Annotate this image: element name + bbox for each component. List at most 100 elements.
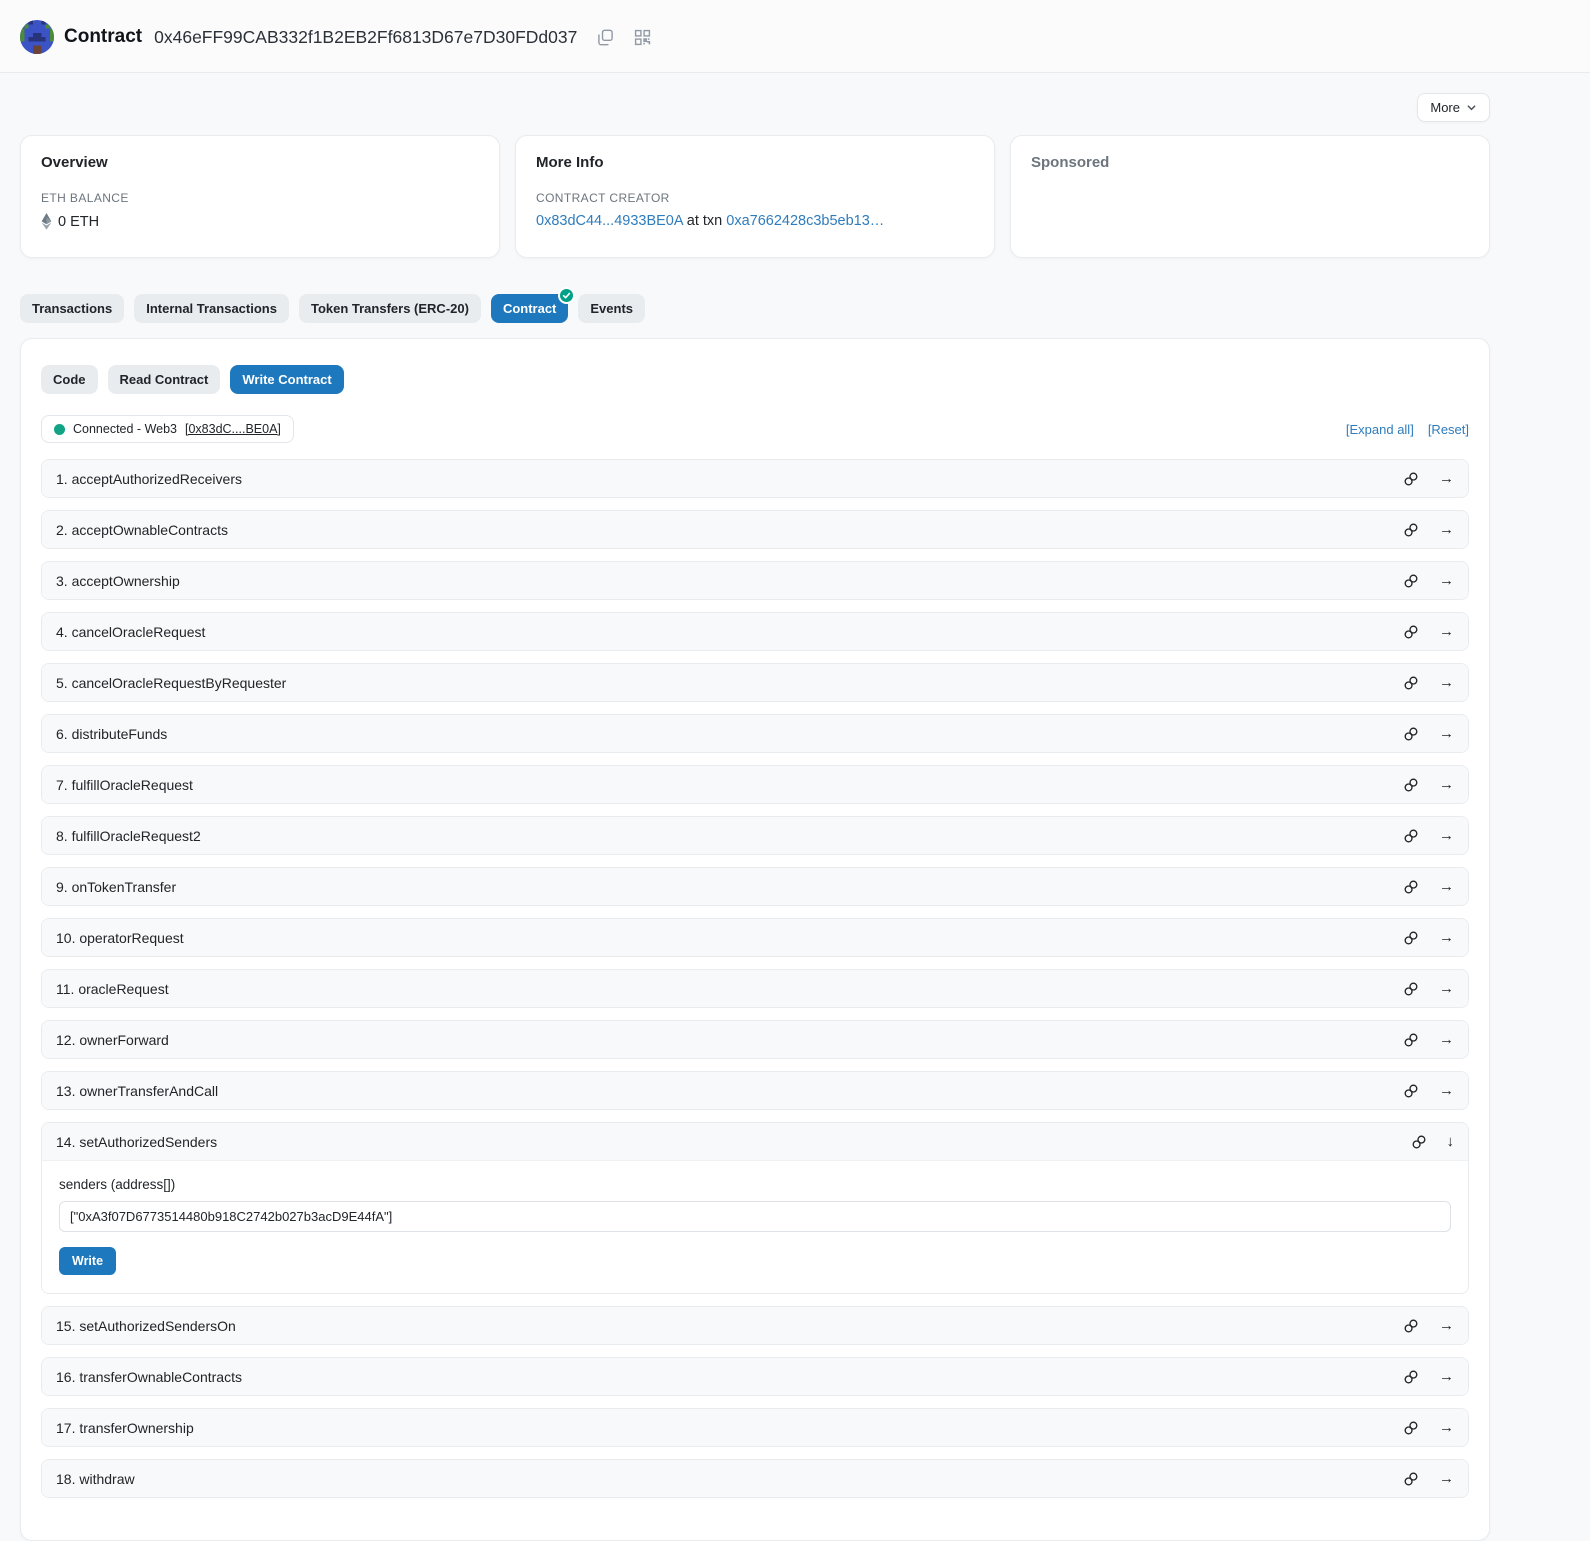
function-row-header[interactable]: 2. acceptOwnableContracts → [42,511,1468,548]
permalink-icon[interactable] [1403,1083,1419,1099]
function-row-header[interactable]: 4. cancelOracleRequest → [42,613,1468,650]
contract-identicon-avatar [20,20,54,54]
connected-status-text: Connected - Web3 [73,422,177,436]
tab-events[interactable]: Events [578,294,645,323]
function-accordion-row: 18. withdraw → [41,1459,1469,1498]
function-row-header[interactable]: 16. transferOwnableContracts → [42,1358,1468,1395]
permalink-icon[interactable] [1403,1318,1419,1334]
function-name-label: 15. setAuthorizedSendersOn [56,1318,1403,1334]
permalink-icon[interactable] [1403,1369,1419,1385]
ethereum-icon [41,213,52,230]
expand-arrow-icon[interactable]: → [1439,1318,1454,1333]
wallet-connect-status[interactable]: Connected - Web3 [0x83dC....BE0A] [41,415,294,443]
overview-card: Overview ETH BALANCE 0 ETH [20,135,500,258]
function-row-header[interactable]: 18. withdraw → [42,1460,1468,1497]
function-name-label: 10. operatorRequest [56,930,1403,946]
more-info-card-title: More Info [536,154,974,171]
function-row-header[interactable]: 10. operatorRequest → [42,919,1468,956]
creator-address-link[interactable]: 0x83dC44...4933BE0A [536,213,683,229]
permalink-icon[interactable] [1403,981,1419,997]
tab-transactions[interactable]: Transactions [20,294,124,323]
function-accordion-row: 4. cancelOracleRequest → [41,612,1469,651]
expand-arrow-icon[interactable]: → [1439,1369,1454,1384]
expand-arrow-icon[interactable]: → [1439,675,1454,690]
write-button[interactable]: Write [59,1247,116,1275]
function-row-header[interactable]: 15. setAuthorizedSendersOn → [42,1307,1468,1344]
eth-balance-value: 0 ETH [58,214,99,230]
function-row-header[interactable]: 6. distributeFunds → [42,715,1468,752]
permalink-icon[interactable] [1403,675,1419,691]
expand-arrow-icon[interactable]: → [1439,573,1454,588]
function-name-label: 1. acceptAuthorizedReceivers [56,471,1403,487]
subtab-write-contract[interactable]: Write Contract [230,365,343,394]
expand-arrow-icon[interactable]: → [1439,726,1454,741]
function-row-header[interactable]: 1. acceptAuthorizedReceivers → [42,460,1468,497]
expand-arrow-icon[interactable]: → [1439,522,1454,537]
permalink-icon[interactable] [1403,1032,1419,1048]
permalink-icon[interactable] [1403,777,1419,793]
tab-token-transfers-erc-20[interactable]: Token Transfers (ERC-20) [299,294,481,323]
copy-address-icon[interactable] [597,29,614,46]
expand-arrow-icon[interactable]: → [1439,1420,1454,1435]
subtab-code[interactable]: Code [41,365,98,394]
function-row-header[interactable]: 3. acceptOwnership → [42,562,1468,599]
creation-txn-link[interactable]: 0xa7662428c3b5eb13… [726,213,884,229]
function-row-header[interactable]: 13. ownerTransferAndCall → [42,1072,1468,1109]
permalink-icon[interactable] [1403,726,1419,742]
subtab-read-contract[interactable]: Read Contract [108,365,221,394]
permalink-icon[interactable] [1403,930,1419,946]
permalink-icon[interactable] [1403,471,1419,487]
reset-link[interactable]: [Reset] [1428,422,1469,437]
senders-input[interactable] [59,1201,1451,1232]
permalink-icon[interactable] [1403,1420,1419,1436]
expand-all-link[interactable]: [Expand all] [1346,422,1414,437]
function-row-header[interactable]: 8. fulfillOracleRequest2 → [42,817,1468,854]
permalink-icon[interactable] [1403,573,1419,589]
permalink-icon[interactable] [1403,624,1419,640]
functions-list: 1. acceptAuthorizedReceivers → 2. accept… [41,459,1469,1498]
expand-arrow-icon[interactable]: → [1439,777,1454,792]
expand-arrow-icon[interactable]: → [1439,930,1454,945]
function-accordion-row: 8. fulfillOracleRequest2 → [41,816,1469,855]
function-accordion-row: 3. acceptOwnership → [41,561,1469,600]
function-name-label: 7. fulfillOracleRequest [56,777,1403,793]
expand-arrow-icon[interactable]: ↓ [1447,1134,1455,1149]
more-dropdown-button[interactable]: More [1417,93,1490,122]
permalink-icon[interactable] [1411,1134,1427,1150]
sponsored-card: Sponsored [1010,135,1490,258]
expand-arrow-icon[interactable]: → [1439,879,1454,894]
function-row-header[interactable]: 12. ownerForward → [42,1021,1468,1058]
function-name-label: 17. transferOwnership [56,1420,1403,1436]
expand-arrow-icon[interactable]: → [1439,1471,1454,1486]
function-name-label: 2. acceptOwnableContracts [56,522,1403,538]
qr-code-icon[interactable] [634,29,651,46]
tab-internal-transactions[interactable]: Internal Transactions [134,294,289,323]
page-title: Contract [64,26,142,48]
expand-arrow-icon[interactable]: → [1439,624,1454,639]
function-name-label: 5. cancelOracleRequestByRequester [56,675,1403,691]
function-row-header[interactable]: 14. setAuthorizedSenders ↓ [42,1123,1468,1160]
permalink-icon[interactable] [1403,828,1419,844]
expand-arrow-icon[interactable]: → [1439,981,1454,996]
function-row-header[interactable]: 5. cancelOracleRequestByRequester → [42,664,1468,701]
permalink-icon[interactable] [1403,879,1419,895]
function-row-header[interactable]: 17. transferOwnership → [42,1409,1468,1446]
expand-arrow-icon[interactable]: → [1439,471,1454,486]
function-name-label: 16. transferOwnableContracts [56,1369,1403,1385]
permalink-icon[interactable] [1403,522,1419,538]
permalink-icon[interactable] [1403,1471,1419,1487]
function-row-header[interactable]: 9. onTokenTransfer → [42,868,1468,905]
function-name-label: 14. setAuthorizedSenders [56,1134,1411,1150]
expand-arrow-icon[interactable]: → [1439,828,1454,843]
overview-card-title: Overview [41,154,479,171]
connected-wallet-link[interactable]: [0x83dC....BE0A] [185,422,281,436]
expand-arrow-icon[interactable]: → [1439,1032,1454,1047]
function-accordion-row: 9. onTokenTransfer → [41,867,1469,906]
function-row-header[interactable]: 11. oracleRequest → [42,970,1468,1007]
function-name-label: 6. distributeFunds [56,726,1403,742]
function-name-label: 9. onTokenTransfer [56,879,1403,895]
expand-arrow-icon[interactable]: → [1439,1083,1454,1098]
function-form: senders (address[]) Write [42,1160,1468,1293]
function-row-header[interactable]: 7. fulfillOracleRequest → [42,766,1468,803]
tab-contract[interactable]: Contract [491,294,568,323]
